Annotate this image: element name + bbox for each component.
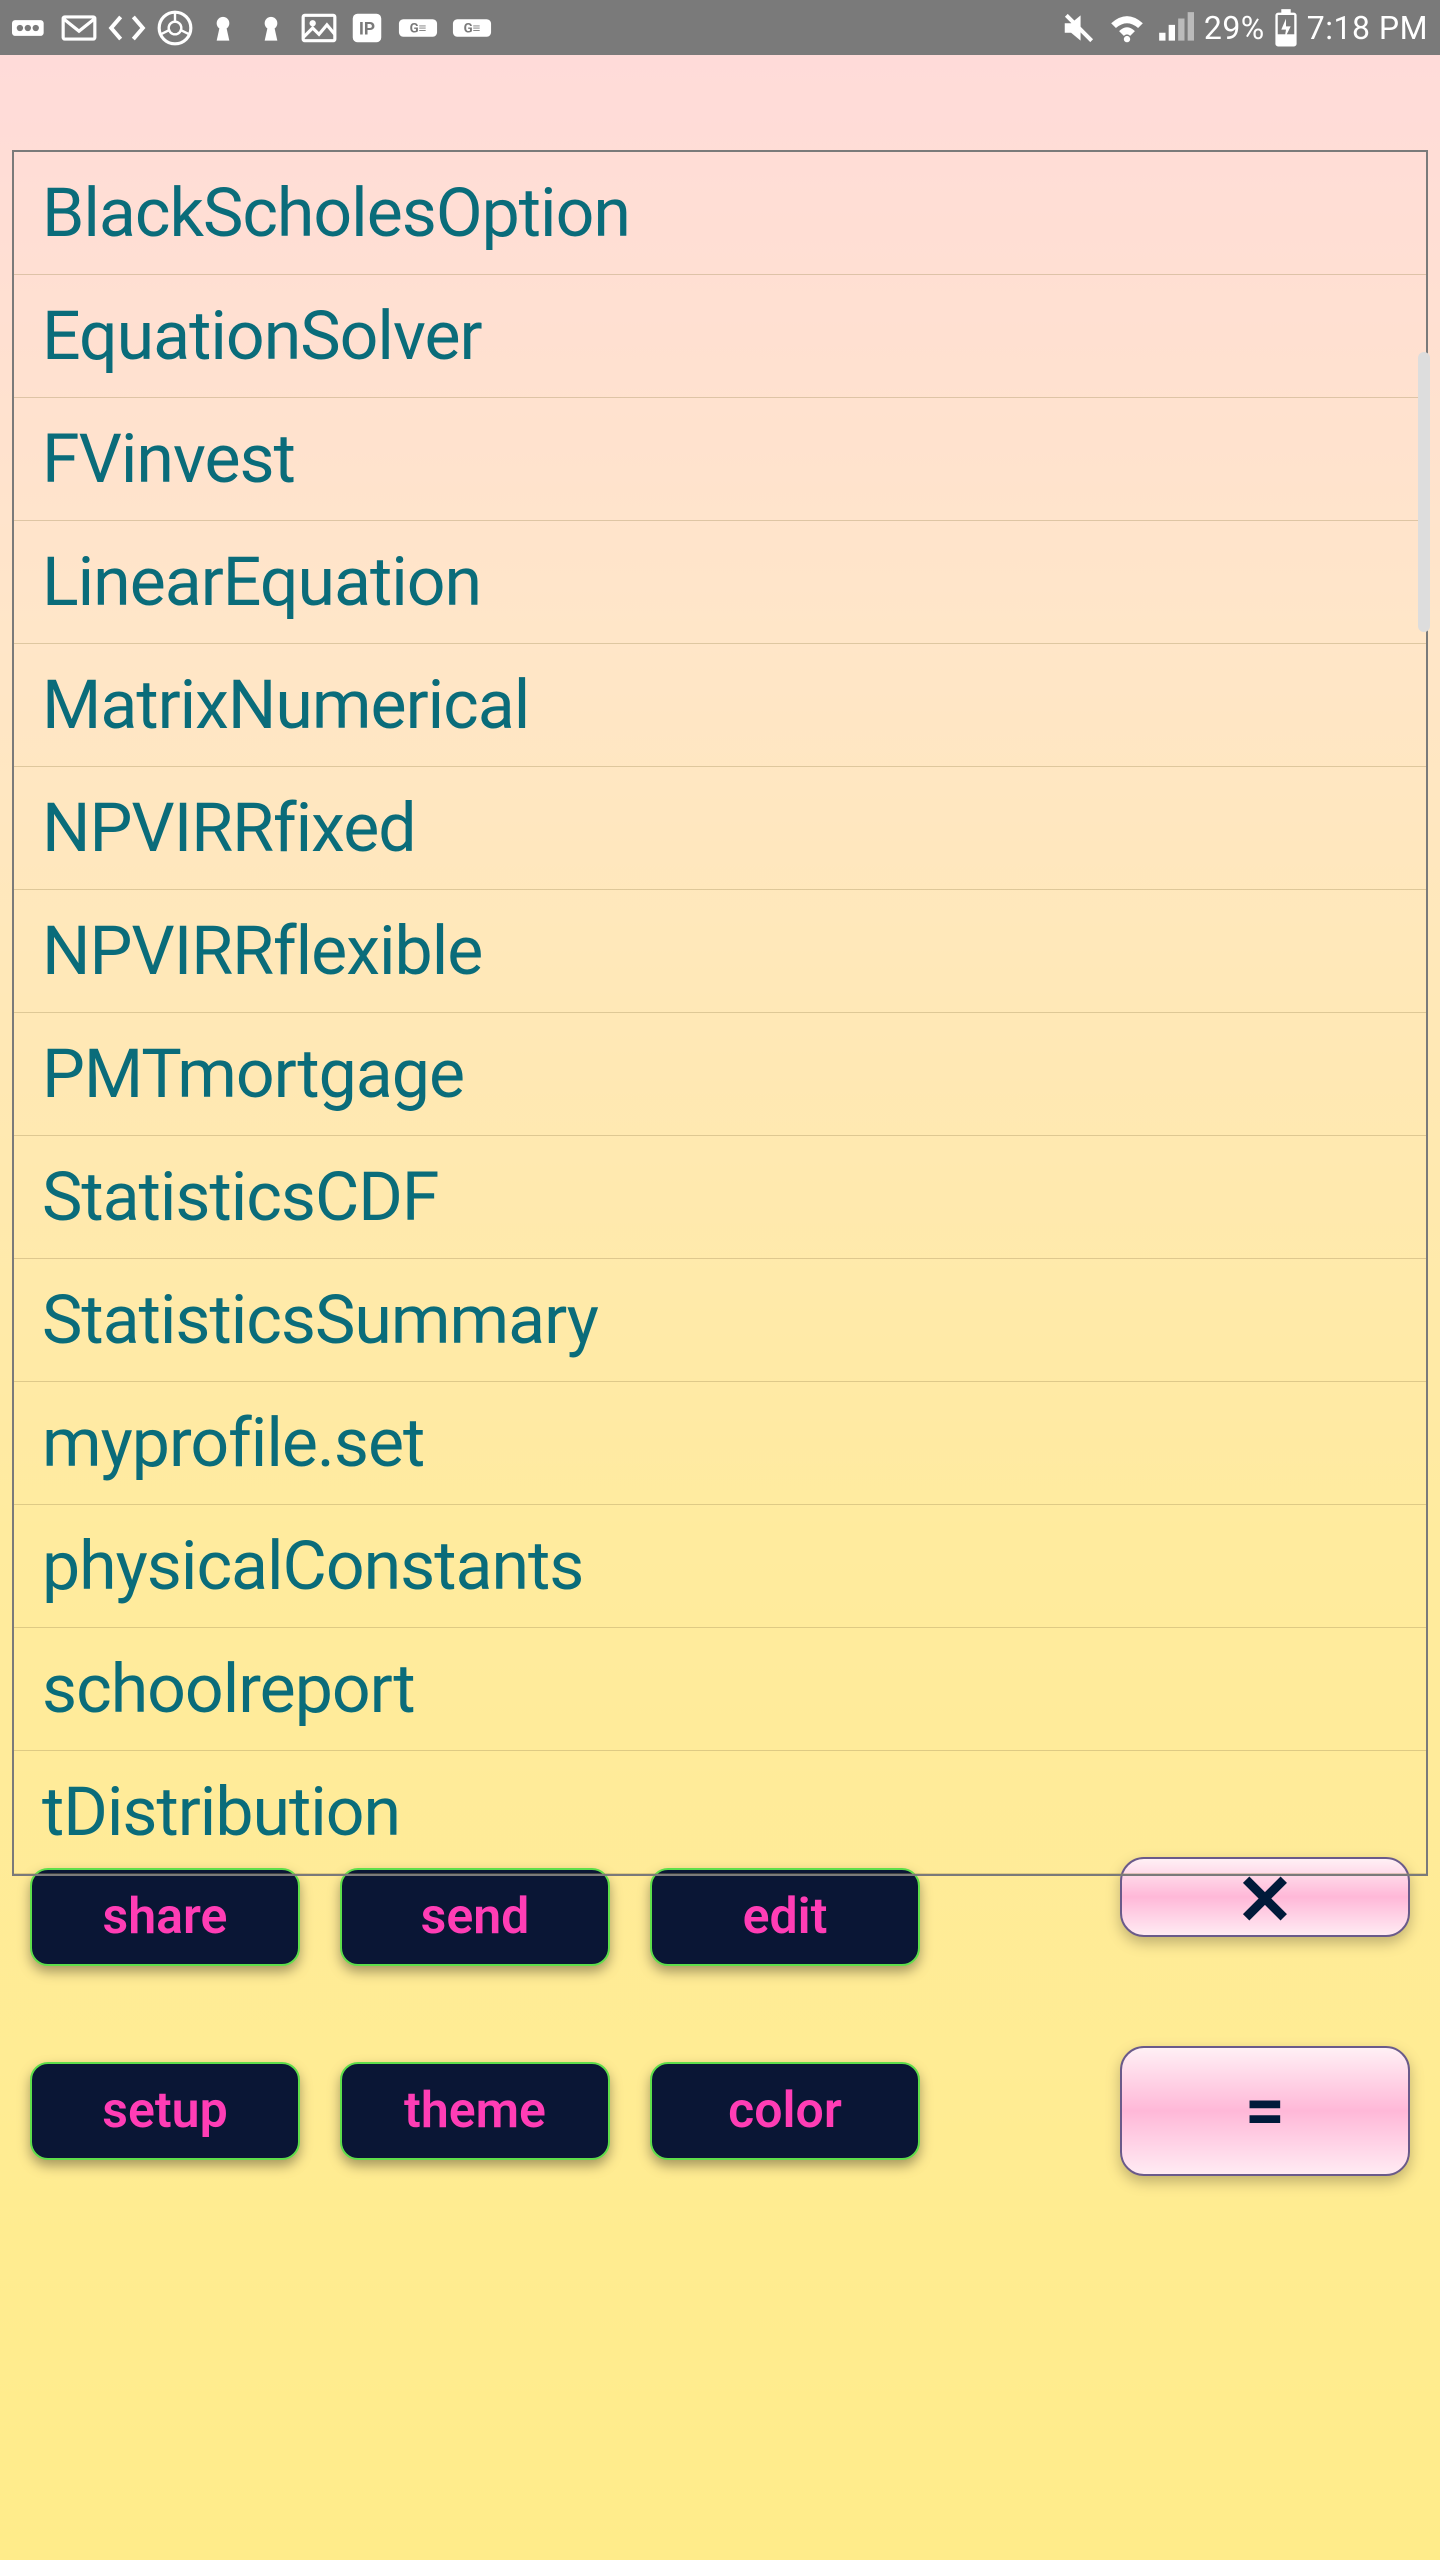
clock: 7:18 PM <box>1307 9 1428 47</box>
list-item[interactable]: FVinvest <box>14 398 1426 521</box>
button-area: share send edit ✕ setup theme color = <box>0 1868 1440 2176</box>
list-item[interactable]: myprofile.set <box>14 1382 1426 1505</box>
edit-button[interactable]: edit <box>650 1868 920 1966</box>
list-item[interactable]: NPVIRRfixed <box>14 767 1426 890</box>
keyhole-icon <box>252 9 290 47</box>
scroll-thumb[interactable] <box>1418 352 1430 632</box>
theme-button[interactable]: theme <box>340 2062 610 2160</box>
news-icon: G≡ <box>450 9 494 47</box>
wifi-icon <box>1108 9 1146 47</box>
button-row-2: setup theme color = <box>30 2046 1410 2176</box>
status-bar: IP G≡ G≡ 29% 7:18 PM <box>0 0 1440 55</box>
mail-icon <box>60 9 98 47</box>
list-item[interactable]: schoolreport <box>14 1628 1426 1751</box>
list-item[interactable]: StatisticsCDF <box>14 1136 1426 1259</box>
svg-text:G≡: G≡ <box>464 21 481 36</box>
battery-percent: 29% <box>1204 9 1265 47</box>
more-icon <box>12 9 50 47</box>
code-icon <box>108 9 146 47</box>
function-list-dropdown[interactable]: BlackScholesOption EquationSolver FVinve… <box>12 150 1428 1876</box>
keyhole-icon <box>204 9 242 47</box>
list-item[interactable]: StatisticsSummary <box>14 1259 1426 1382</box>
send-button[interactable]: send <box>340 1868 610 1966</box>
svg-text:G≡: G≡ <box>410 21 427 36</box>
list-item[interactable]: BlackScholesOption <box>14 152 1426 275</box>
image-icon <box>300 9 338 47</box>
signal-icon <box>1156 9 1194 47</box>
chrome-icon <box>156 9 194 47</box>
list-item[interactable]: physicalConstants <box>14 1505 1426 1628</box>
list-item[interactable]: LinearEquation <box>14 521 1426 644</box>
news-icon: G≡ <box>396 9 440 47</box>
app-icon: IP <box>348 9 386 47</box>
setup-button[interactable]: setup <box>30 2062 300 2160</box>
share-button[interactable]: share <box>30 1868 300 1966</box>
list-item[interactable]: NPVIRRflexible <box>14 890 1426 1013</box>
status-right: 29% 7:18 PM <box>1060 9 1428 47</box>
list-item[interactable]: EquationSolver <box>14 275 1426 398</box>
svg-text:IP: IP <box>359 19 375 39</box>
color-button[interactable]: color <box>650 2062 920 2160</box>
battery-charging-icon <box>1275 9 1297 47</box>
button-row-1: share send edit ✕ <box>30 1868 1410 1966</box>
mute-icon <box>1060 9 1098 47</box>
list-item[interactable]: PMTmortgage <box>14 1013 1426 1136</box>
list-item[interactable]: tDistribution <box>14 1751 1426 1874</box>
status-left: IP G≡ G≡ <box>12 9 494 47</box>
list-item[interactable]: MatrixNumerical <box>14 644 1426 767</box>
equals-button[interactable]: = <box>1120 2046 1410 2176</box>
